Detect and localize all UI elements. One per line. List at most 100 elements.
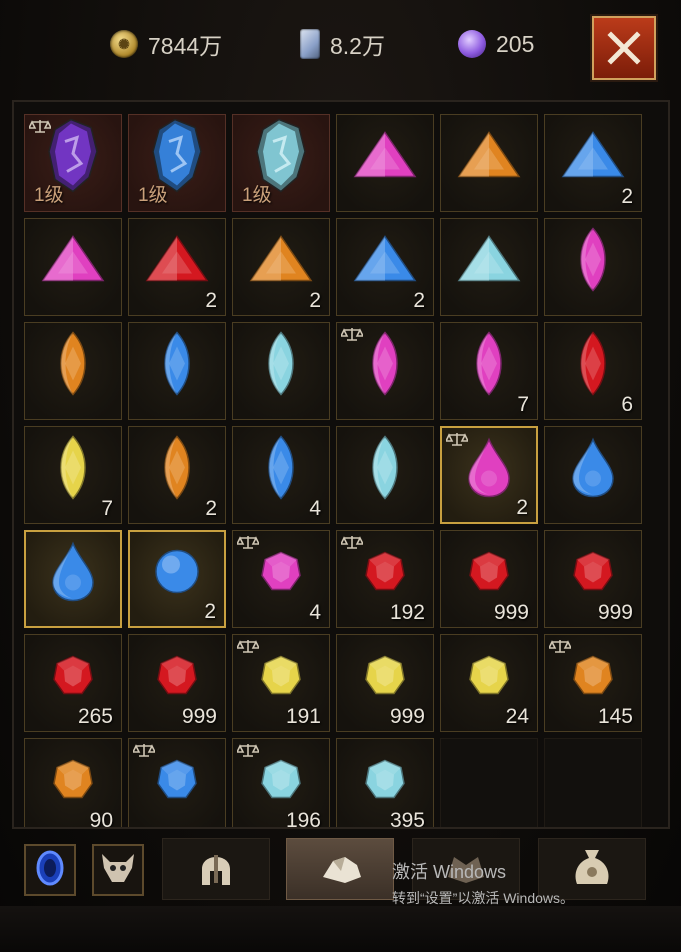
inventory-slot[interactable]: 2: [128, 218, 226, 316]
inventory-slot[interactable]: 7: [440, 322, 538, 420]
inventory-slot[interactable]: [128, 322, 226, 420]
inventory-slot[interactable]: [232, 322, 330, 420]
orange-triangle-gem-icon: [248, 234, 314, 291]
red-round-gem-icon: [363, 550, 407, 599]
inventory-slot[interactable]: 191: [232, 634, 330, 732]
inventory-slot[interactable]: 145: [544, 634, 642, 732]
inventory-slot[interactable]: [440, 114, 538, 212]
pink-round-gem-icon: [259, 550, 303, 599]
item-count: 2: [516, 496, 528, 519]
yellow-round-gem-icon: [259, 654, 303, 703]
inventory-slot[interactable]: 2: [128, 426, 226, 524]
cyan-triangle-gem-icon: [456, 234, 522, 291]
item-level: 1级: [34, 185, 64, 206]
inventory-slot[interactable]: 2: [128, 530, 226, 628]
empty-slot[interactable]: [440, 738, 538, 827]
blue-round-gem-icon: [155, 758, 199, 807]
close-icon: [607, 31, 641, 65]
inventory-window: { "currencies": { "gold": {"value": "784…: [0, 0, 681, 952]
blue-teardrop-gem-icon: [49, 541, 97, 608]
inventory-slot[interactable]: [544, 426, 642, 524]
inventory-slot[interactable]: [336, 426, 434, 524]
blue-orb-gem-icon: [152, 547, 202, 602]
trade-lock-scale-icon: [444, 431, 470, 447]
inventory-slot[interactable]: 192: [336, 530, 434, 628]
yellow-round-gem-icon: [467, 654, 511, 703]
inventory-panel: 1级 1级 1级 2 2 2 2 7 6 7 2 4 2 2 4 192 999 999 265 999 191 999 2…: [12, 100, 670, 829]
trade-lock-scale-icon: [131, 742, 157, 758]
orange-triangle-gem-icon: [456, 130, 522, 187]
blue-teardrop-gem-icon: [569, 437, 617, 504]
tab-demon-mask[interactable]: [92, 844, 144, 896]
inventory-slot[interactable]: [440, 218, 538, 316]
inventory-slot[interactable]: 265: [24, 634, 122, 732]
inventory-slot[interactable]: 999: [440, 530, 538, 628]
inventory-slot[interactable]: [24, 322, 122, 420]
inventory-slot[interactable]: 4: [232, 530, 330, 628]
item-count: 7: [517, 393, 529, 416]
item-count: 7: [101, 497, 113, 520]
blue-marquise-gem-icon: [261, 435, 301, 506]
inventory-slot[interactable]: [544, 218, 642, 316]
pink-marquise-gem-icon: [573, 227, 613, 298]
inventory-slot[interactable]: [24, 530, 122, 628]
inventory-slot[interactable]: 90: [24, 738, 122, 827]
inventory-slot[interactable]: [336, 114, 434, 212]
tab-blue-portal[interactable]: [24, 844, 76, 896]
item-count: 145: [597, 705, 633, 728]
bottom-border: [0, 906, 681, 952]
watermark-subtitle: 转到“设置”以激活 Windows。: [392, 890, 575, 906]
inventory-slot[interactable]: [24, 218, 122, 316]
inventory-slot[interactable]: 196: [232, 738, 330, 827]
trade-lock-scale-icon: [339, 326, 365, 342]
inventory-slot[interactable]: 4: [232, 426, 330, 524]
inventory-slot[interactable]: 1级: [24, 114, 122, 212]
item-count: 999: [389, 705, 425, 728]
cyan-marquise-gem-icon: [365, 435, 405, 506]
tab-helmet[interactable]: [162, 838, 270, 900]
inventory-slot[interactable]: 2: [440, 426, 538, 524]
gold-coin-icon: ✺: [110, 30, 138, 58]
cyan-round-gem-icon: [363, 758, 407, 807]
close-button[interactable]: [592, 16, 656, 80]
empty-slot[interactable]: [544, 738, 642, 827]
demon-mask-icon: [98, 850, 138, 891]
trade-lock-scale-icon: [339, 534, 365, 550]
trade-lock-scale-icon: [27, 118, 53, 134]
item-count: 265: [77, 705, 113, 728]
pink-triangle-gem-icon: [40, 234, 106, 291]
purple-orb-icon: [458, 30, 486, 58]
blue-triangle-gem-icon: [560, 130, 626, 187]
inventory-grid: 1级 1级 1级 2 2 2 2 7 6 7 2 4 2 2 4 192 999 999 265 999 191 999 2…: [24, 114, 642, 829]
watermark-title: 激活 Windows: [392, 862, 507, 882]
inventory-slot[interactable]: [336, 322, 434, 420]
inventory-slot[interactable]: 6: [544, 322, 642, 420]
tab-gem-pile[interactable]: [286, 838, 394, 900]
inventory-slot[interactable]: 1级: [232, 114, 330, 212]
inventory-slot[interactable]: 2: [544, 114, 642, 212]
orb-amount: 205: [496, 30, 535, 57]
item-count: 395: [389, 809, 425, 829]
inventory-slot[interactable]: 24: [440, 634, 538, 732]
inventory-slot[interactable]: 999: [336, 634, 434, 732]
currency-bar: ✺ 7844万 8.2万 205: [0, 0, 681, 88]
inventory-slot[interactable]: 7: [24, 426, 122, 524]
yellow-marquise-gem-icon: [53, 435, 93, 506]
inventory-slot[interactable]: 999: [544, 530, 642, 628]
item-count: 2: [204, 600, 216, 623]
pink-teardrop-gem-icon: [465, 437, 513, 504]
orange-marquise-gem-icon: [53, 331, 93, 402]
inventory-slot[interactable]: 2: [232, 218, 330, 316]
red-triangle-gem-icon: [144, 234, 210, 291]
pink-marquise-gem-icon: [469, 331, 509, 402]
helmet-icon: [196, 845, 236, 894]
inventory-slot[interactable]: 1级: [128, 114, 226, 212]
item-count: 999: [181, 705, 217, 728]
gem-pile-icon: [315, 847, 365, 892]
inventory-slot[interactable]: 2: [336, 218, 434, 316]
inventory-slot[interactable]: 999: [128, 634, 226, 732]
inventory-slot[interactable]: 395: [336, 738, 434, 829]
scroll-amount: 8.2万: [330, 33, 385, 59]
inventory-slot[interactable]: [128, 738, 226, 827]
yellow-round-gem-icon: [363, 654, 407, 703]
